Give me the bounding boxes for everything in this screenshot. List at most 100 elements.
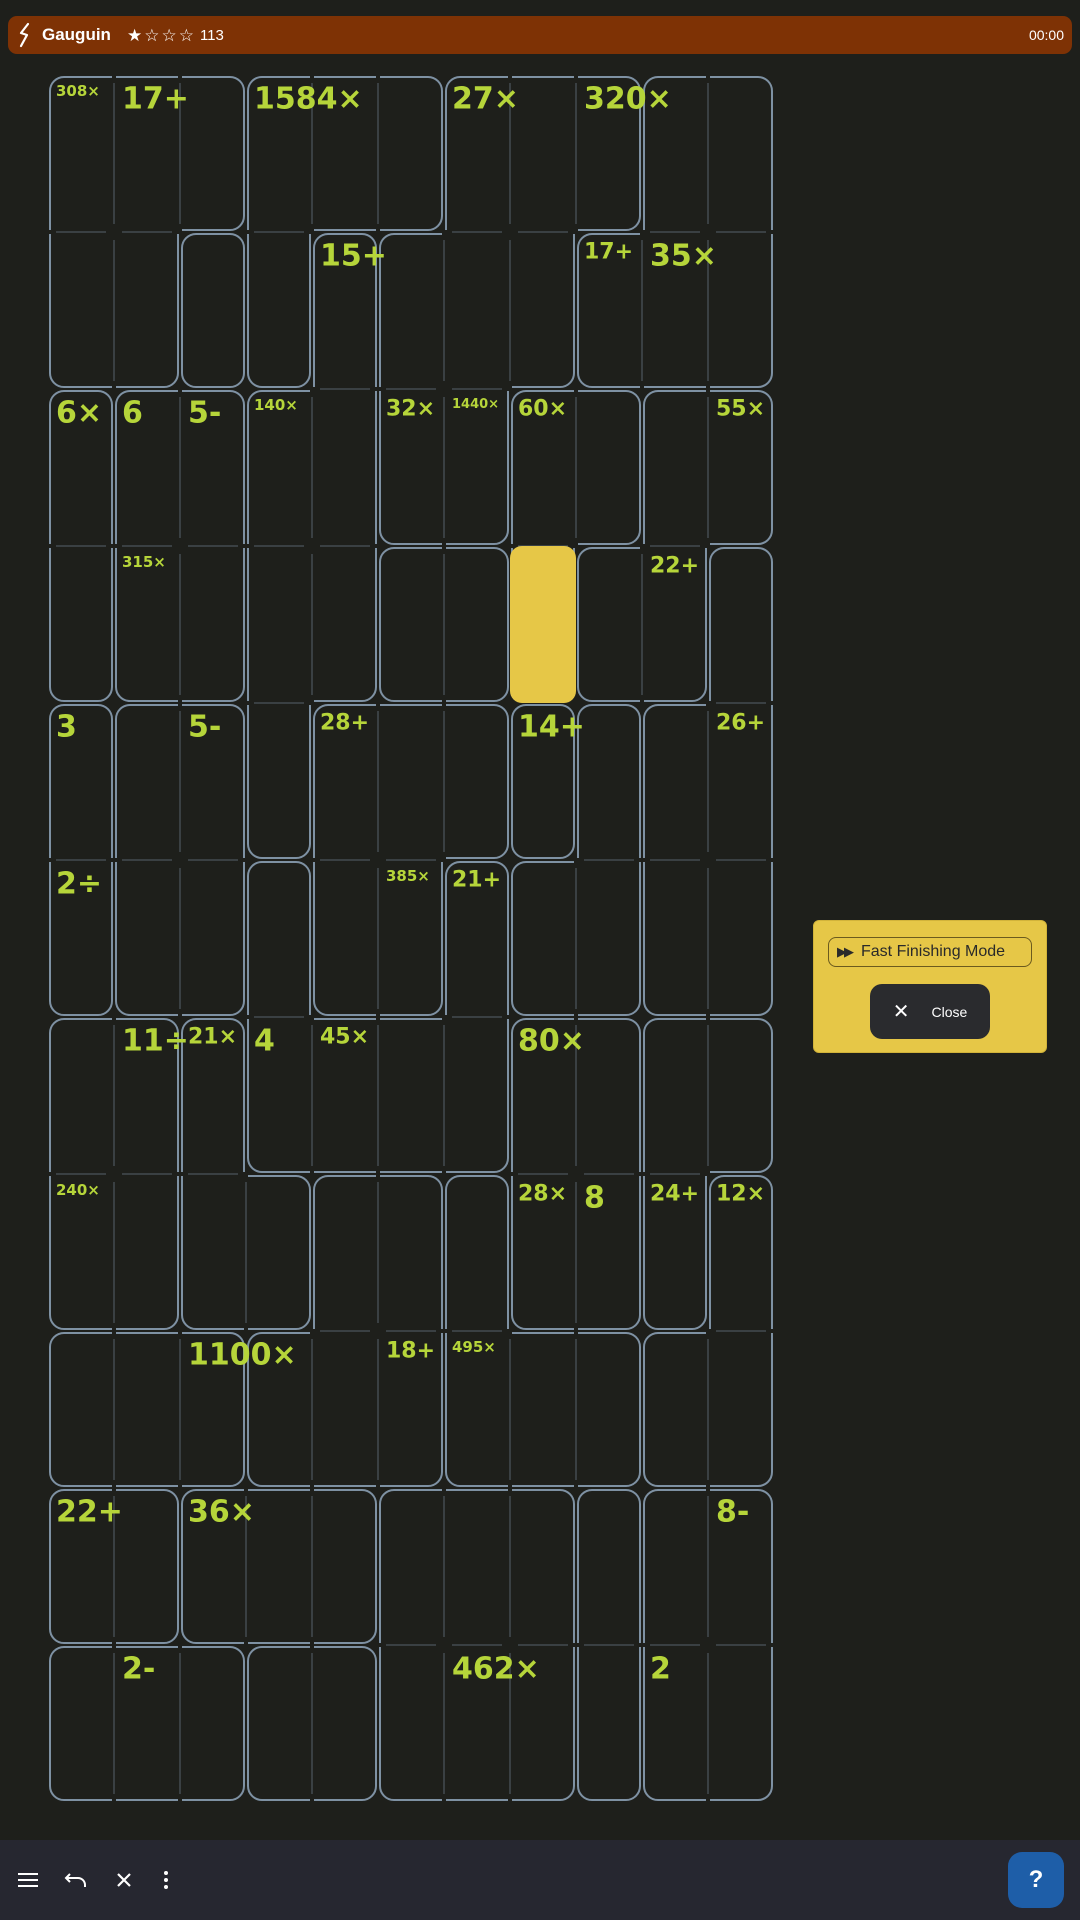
grid-cell[interactable] [444, 546, 510, 703]
grid-cell[interactable] [246, 703, 312, 860]
cage-label: 4 [254, 1024, 275, 1059]
cage-label: 60× [518, 397, 567, 422]
cage-label: 6× [56, 396, 102, 431]
grid-cell[interactable] [312, 1645, 378, 1802]
grid-cell[interactable] [180, 1645, 246, 1802]
grid-cell[interactable] [510, 232, 576, 389]
grid-cell[interactable] [444, 1017, 510, 1174]
cage-label: 11÷ [122, 1024, 189, 1059]
fast-finishing-mode-button[interactable]: ▶▶ Fast Finishing Mode [828, 937, 1032, 967]
close-button[interactable]: ✕ Close [870, 984, 990, 1039]
grid-cell[interactable] [378, 232, 444, 389]
grid-cell[interactable] [510, 860, 576, 1017]
grid-cell[interactable] [114, 232, 180, 389]
grid-cell[interactable] [378, 546, 444, 703]
grid-cell[interactable] [708, 232, 774, 389]
grid-cell[interactable] [576, 1488, 642, 1645]
grid-cell[interactable] [378, 1645, 444, 1802]
grid-cell[interactable] [378, 1174, 444, 1331]
grid-cell[interactable] [444, 1174, 510, 1331]
grid-cell[interactable] [642, 1017, 708, 1174]
cage-label: 2÷ [56, 867, 102, 902]
grid-cell[interactable] [576, 1017, 642, 1174]
grid-cell[interactable] [378, 703, 444, 860]
grid-cell[interactable] [312, 1174, 378, 1331]
cage-label: 1100× [188, 1338, 297, 1373]
clear-icon[interactable] [108, 1862, 140, 1898]
grid-cell[interactable] [444, 232, 510, 389]
grid-cell[interactable] [642, 389, 708, 546]
grid-cell[interactable] [312, 546, 378, 703]
cage-label: 28+ [320, 711, 369, 736]
cage-label: 495× [452, 1338, 496, 1356]
puzzle-grid[interactable]: 308× 17+ 1584× 27× 320× 15+ 17+ 35× 6× 6 5- 140× 32×… [0, 0, 780, 1820]
grid-cell[interactable] [576, 703, 642, 860]
grid-cell[interactable] [180, 1174, 246, 1331]
grid-cell[interactable] [114, 860, 180, 1017]
grid-cell[interactable] [48, 232, 114, 389]
grid-cell[interactable] [114, 1331, 180, 1488]
grid-cell[interactable] [708, 75, 774, 232]
cage-label: 462× [452, 1652, 540, 1687]
cage-label: 315× [122, 553, 166, 571]
grid-cell[interactable] [510, 1488, 576, 1645]
grid-cell[interactable] [576, 546, 642, 703]
grid-cell[interactable] [312, 860, 378, 1017]
grid-cell[interactable] [576, 860, 642, 1017]
help-label: ? [1028, 1866, 1044, 1893]
cage-label: 5- [188, 710, 221, 745]
grid-cell[interactable] [642, 1331, 708, 1488]
grid-cell[interactable] [576, 1645, 642, 1802]
cage-label: 36× [188, 1495, 255, 1530]
grid-cell[interactable] [510, 546, 576, 703]
grid-cell[interactable] [114, 1488, 180, 1645]
cage-label: 32× [386, 397, 435, 422]
grid-cell[interactable] [444, 703, 510, 860]
grid-cell[interactable] [48, 1331, 114, 1488]
grid-cell[interactable] [444, 389, 510, 546]
grid-cell[interactable] [378, 75, 444, 232]
grid-cell[interactable] [180, 75, 246, 232]
help-button[interactable]: ? [1008, 1852, 1064, 1908]
grid-cell[interactable] [708, 1645, 774, 1802]
more-vert-icon[interactable] [150, 1862, 182, 1898]
grid-cell[interactable] [48, 1017, 114, 1174]
grid-cell[interactable] [312, 389, 378, 546]
grid-cell[interactable] [708, 1331, 774, 1488]
cage-label: 22+ [650, 554, 699, 579]
grid-cell[interactable] [378, 1017, 444, 1174]
grid-cell[interactable] [510, 1331, 576, 1488]
grid-cell[interactable] [642, 1488, 708, 1645]
grid-cell[interactable] [642, 860, 708, 1017]
grid-cell[interactable] [378, 1488, 444, 1645]
grid-cell[interactable] [246, 1488, 312, 1645]
grid-cell[interactable] [180, 860, 246, 1017]
undo-icon[interactable] [60, 1862, 92, 1898]
grid-cell[interactable] [708, 860, 774, 1017]
grid-cell[interactable] [642, 703, 708, 860]
grid-cell[interactable] [246, 232, 312, 389]
menu-icon[interactable] [12, 1862, 44, 1898]
grid-cell[interactable] [48, 1645, 114, 1802]
grid-cell[interactable] [48, 546, 114, 703]
grid-cell[interactable] [180, 546, 246, 703]
grid-cell[interactable] [246, 1174, 312, 1331]
timer: 00:00 [1028, 27, 1064, 43]
grid-cell[interactable] [312, 1488, 378, 1645]
bottom-bar [0, 1840, 1080, 1920]
grid-cell[interactable] [246, 546, 312, 703]
grid-cell[interactable] [576, 389, 642, 546]
cage-label: 21+ [452, 868, 501, 893]
grid-cell[interactable] [708, 1017, 774, 1174]
fast-finishing-mode-label: Fast Finishing Mode [861, 943, 1006, 960]
grid-cell[interactable] [180, 232, 246, 389]
grid-cell[interactable] [246, 860, 312, 1017]
grid-cell[interactable] [114, 1174, 180, 1331]
grid-cell[interactable] [444, 1488, 510, 1645]
grid-cell[interactable] [576, 1331, 642, 1488]
grid-cell[interactable] [246, 1645, 312, 1802]
grid-cell[interactable] [510, 75, 576, 232]
grid-cell[interactable] [312, 1331, 378, 1488]
grid-cell[interactable] [114, 703, 180, 860]
grid-cell[interactable] [708, 546, 774, 703]
